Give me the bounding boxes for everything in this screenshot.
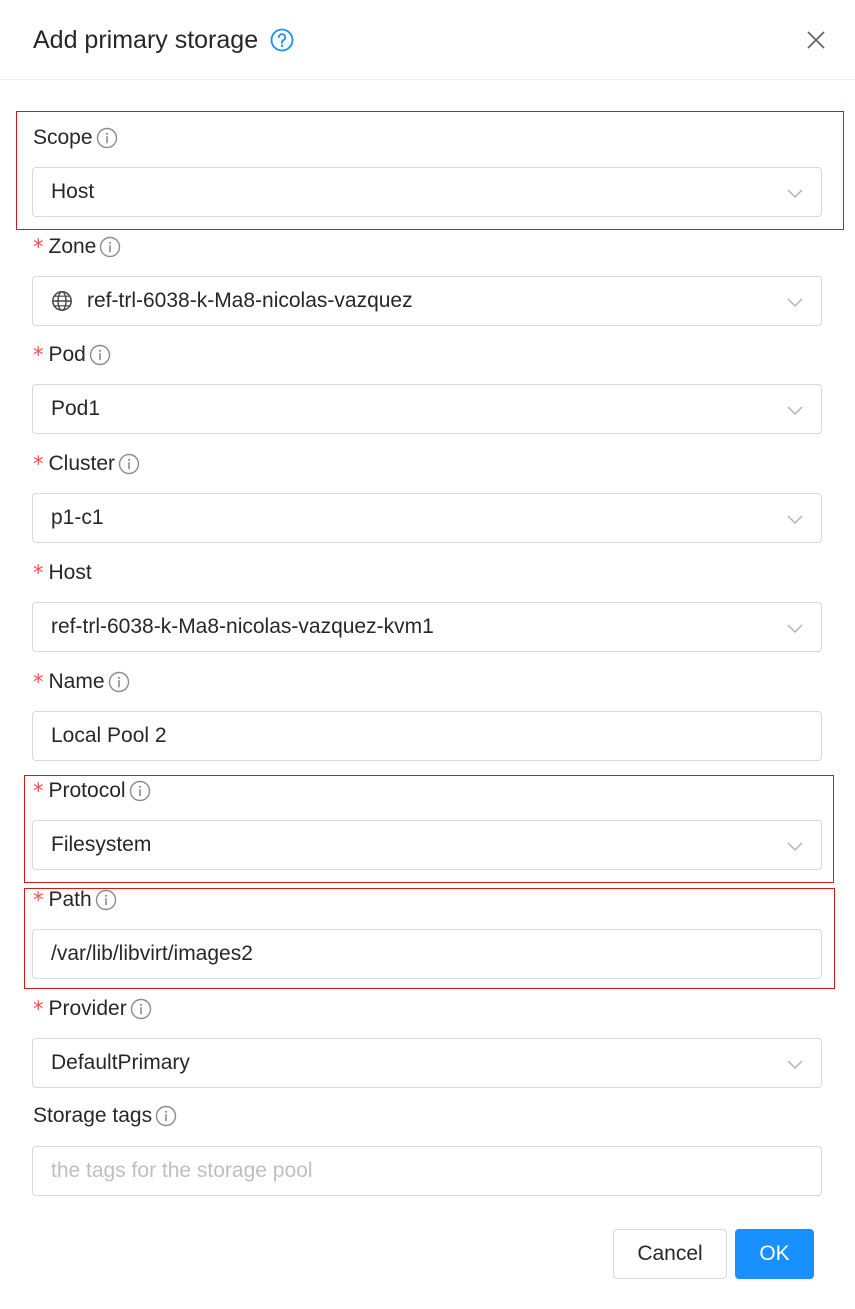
required-marker: *: [33, 561, 44, 585]
cluster-label: * Cluster: [33, 450, 140, 478]
required-marker: *: [33, 670, 44, 694]
zone-label-text: Zone: [48, 235, 97, 258]
chevron-down-icon: [787, 294, 803, 310]
scope-label: Scope: [33, 124, 118, 152]
name-label: * Name: [33, 668, 130, 696]
cluster-select[interactable]: p1-c1: [32, 493, 822, 543]
host-label: * Host: [33, 559, 92, 587]
pod-label: * Pod: [33, 341, 111, 369]
host-label-text: Host: [48, 561, 92, 584]
ok-button[interactable]: OK: [735, 1229, 814, 1279]
host-select[interactable]: ref-trl-6038-k-Ma8-nicolas-vazquez-kvm1: [32, 602, 822, 652]
info-circle-icon[interactable]: [108, 671, 130, 693]
name-label-text: Name: [48, 670, 105, 693]
cancel-button[interactable]: Cancel: [613, 1229, 727, 1279]
info-circle-icon[interactable]: [129, 780, 151, 802]
chevron-down-icon: [787, 620, 803, 636]
zone-select[interactable]: ref-trl-6038-k-Ma8-nicolas-vazquez: [32, 276, 822, 326]
storage-tags-input[interactable]: the tags for the storage pool: [32, 1146, 822, 1196]
info-circle-icon[interactable]: [130, 998, 152, 1020]
info-circle-icon[interactable]: [118, 453, 140, 475]
required-marker: *: [33, 997, 44, 1021]
dialog-header: Add primary storage: [0, 0, 855, 80]
storage-tags-label-text: Storage tags: [33, 1104, 153, 1127]
question-circle-icon[interactable]: [270, 28, 294, 52]
cluster-label-text: Cluster: [48, 452, 116, 475]
chevron-down-icon: [787, 185, 803, 201]
chevron-down-icon: [787, 511, 803, 527]
zone-value: ref-trl-6038-k-Ma8-nicolas-vazquez: [87, 289, 413, 312]
info-circle-icon[interactable]: [89, 344, 111, 366]
required-marker: *: [33, 343, 44, 367]
pod-label-text: Pod: [48, 343, 86, 366]
scope-label-text: Scope: [33, 126, 93, 149]
scope-value: Host: [51, 180, 95, 203]
path-label: * Path: [33, 886, 117, 914]
required-marker: *: [33, 888, 44, 912]
protocol-select[interactable]: Filesystem: [32, 820, 822, 870]
name-value: Local Pool 2: [51, 724, 167, 747]
name-input[interactable]: Local Pool 2: [32, 711, 822, 761]
chevron-down-icon: [787, 838, 803, 854]
protocol-label-text: Protocol: [48, 779, 126, 802]
protocol-value: Filesystem: [51, 833, 152, 856]
chevron-down-icon: [787, 402, 803, 418]
chevron-down-icon: [787, 1056, 803, 1072]
info-circle-icon[interactable]: [95, 889, 117, 911]
required-marker: *: [33, 452, 44, 476]
info-circle-icon[interactable]: [155, 1105, 177, 1127]
storage-tags-label: Storage tags: [33, 1102, 177, 1130]
info-circle-icon[interactable]: [96, 127, 118, 149]
pod-select[interactable]: Pod1: [32, 384, 822, 434]
zone-label: * Zone: [33, 233, 121, 261]
storage-tags-placeholder: the tags for the storage pool: [51, 1159, 313, 1182]
path-value: /var/lib/libvirt/images2: [51, 942, 253, 965]
provider-label-text: Provider: [48, 997, 127, 1020]
globe-icon: [52, 291, 72, 311]
pod-value: Pod1: [51, 397, 101, 420]
required-marker: *: [33, 779, 44, 803]
required-marker: *: [33, 235, 44, 259]
path-input[interactable]: /var/lib/libvirt/images2: [32, 929, 822, 979]
scope-select[interactable]: Host: [32, 167, 822, 217]
provider-label: * Provider: [33, 995, 152, 1023]
host-value: ref-trl-6038-k-Ma8-nicolas-vazquez-kvm1: [51, 615, 434, 638]
protocol-label: * Protocol: [33, 777, 151, 805]
provider-value: DefaultPrimary: [51, 1051, 190, 1074]
path-label-text: Path: [48, 888, 92, 911]
provider-select[interactable]: DefaultPrimary: [32, 1038, 822, 1088]
cluster-value: p1-c1: [51, 506, 104, 529]
info-circle-icon[interactable]: [99, 236, 121, 258]
close-icon[interactable]: [800, 24, 832, 56]
dialog-title: Add primary storage: [33, 26, 259, 54]
